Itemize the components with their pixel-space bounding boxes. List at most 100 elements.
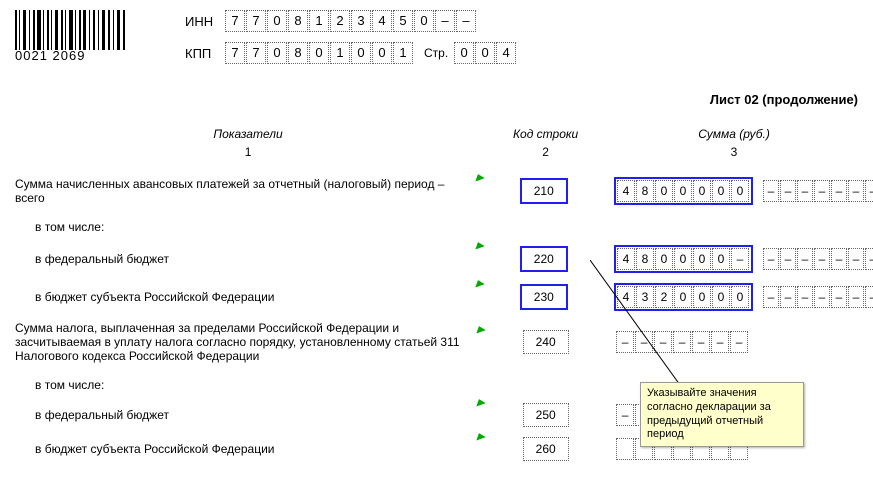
dash-cell: – [814,286,830,308]
table-row-210: Сумма начисленных авансовых платежей за … [15,177,858,205]
sum-cells: 4 8 0 0 0 0 – [614,245,753,273]
annotation-tooltip: Указывайте значения согласно декларации … [640,382,804,447]
kpp-cells: 7 7 0 8 0 1 0 0 1 [225,42,414,64]
sum-cell: 8 [636,248,654,270]
sum-cell: 0 [655,180,673,202]
line-code: 260 [523,437,569,461]
inn-cell: 7 [246,10,266,32]
inn-cells: 7 7 0 8 1 2 3 4 5 0 – – [225,10,477,32]
kpp-label: КПП [185,46,225,61]
col-num-2: 2 [481,145,610,159]
sum-cell: – [711,331,729,353]
marker-icon [473,240,484,249]
row-desc: в бюджет субъекта Российской Федерации [15,290,480,304]
dash-cell: – [831,180,847,202]
sum-cell: 4 [617,180,635,202]
dash-cell: – [814,180,830,202]
sum-cell: – [616,331,634,353]
dash-cell: – [865,286,873,308]
row-desc: в федеральный бюджет [15,408,481,422]
inn-cell: 2 [330,10,350,32]
table-row-240: Сумма налога, выплаченная за пределами Р… [15,321,858,363]
inn-cell: – [456,10,476,32]
table-header-num-row: 1 2 3 [15,145,858,159]
sum-cell [616,438,634,460]
sum-cell: 0 [731,180,749,202]
sum-cell: 4 [617,286,635,308]
kpp-cell: 8 [288,42,308,64]
line-code: 230 [520,284,568,310]
sum-cell: – [635,331,653,353]
sum-cell: 3 [636,286,654,308]
page-cell: 0 [454,42,474,64]
line-code: 220 [520,246,568,272]
line-code: 240 [523,330,569,354]
table-row-230: в бюджет субъекта Российской Федерации 2… [15,283,858,311]
barcode-text: 0021 2069 [15,48,135,63]
dash-cell: – [763,180,779,202]
table-header-row: Показатели Код строки Сумма (руб.) [15,127,858,141]
marker-icon [473,172,484,181]
dash-cell: – [763,248,779,270]
including-label: в том числе: [15,220,485,234]
sum-cell: 0 [731,286,749,308]
marker-icon [473,278,484,287]
sum-cell: – [616,404,634,426]
sheet-title: Лист 02 (продолжение) [15,92,858,107]
sum-cell: 2 [655,286,673,308]
dash-cell: – [780,248,796,270]
dash-cell: – [865,248,873,270]
line-code: 250 [523,403,569,427]
page-cell: 0 [475,42,495,64]
dash-cell: – [780,180,796,202]
kpp-cell: 0 [267,42,287,64]
sum-cell: 0 [712,286,730,308]
row-desc: Сумма налога, выплаченная за пределами Р… [15,321,481,363]
sum-cell: – [731,248,749,270]
inn-cell: 8 [288,10,308,32]
dash-cell: – [814,248,830,270]
col-num-3: 3 [610,145,858,159]
sum-cell: 0 [712,180,730,202]
row-desc: в бюджет субъекта Российской Федерации [15,442,481,456]
dash-cell: – [865,180,873,202]
inn-cell: 5 [393,10,413,32]
col-num-1: 1 [15,145,481,159]
dash-cell: – [831,248,847,270]
dash-cell: – [763,286,779,308]
inn-row: ИНН 7 7 0 8 1 2 3 4 5 0 – – [185,10,517,32]
sum-cell: 0 [693,180,711,202]
barcode-block: 0021 2069 [15,10,135,63]
col-header-2: Код строки [481,127,610,141]
inn-cell: 0 [267,10,287,32]
inn-label: ИНН [185,14,225,29]
line-code: 210 [520,178,568,204]
kpp-cell: 0 [372,42,392,64]
dash-cell: – [848,286,864,308]
dash-cell: – [780,286,796,308]
sum-cell: – [673,331,691,353]
dash-cell: – [797,248,813,270]
inn-cell: – [435,10,455,32]
sum-cell: 0 [674,286,692,308]
page-cell: 4 [496,42,516,64]
sum-cell: – [654,331,672,353]
inn-cell: 3 [351,10,371,32]
kpp-cell: 7 [246,42,266,64]
sum-cell: – [730,331,748,353]
sum-cell: 0 [674,180,692,202]
page-label: Стр. [424,46,448,60]
dash-cells: – – – – – – – – [763,286,873,308]
table-row-220: в федеральный бюджет 220 4 8 0 0 0 0 – –… [15,245,858,273]
sum-cell: – [692,331,710,353]
row-desc: Сумма начисленных авансовых платежей за … [15,177,480,205]
sum-cells: 4 8 0 0 0 0 0 [614,177,753,205]
kpp-cell: 0 [351,42,371,64]
sum-cell: 0 [655,248,673,270]
inn-cell: 0 [414,10,434,32]
sum-cells: 4 3 2 0 0 0 0 [614,283,753,311]
including-row: в том числе: [15,215,858,239]
dash-cell: – [797,180,813,202]
sum-cell: 0 [712,248,730,270]
marker-icon [475,397,486,406]
